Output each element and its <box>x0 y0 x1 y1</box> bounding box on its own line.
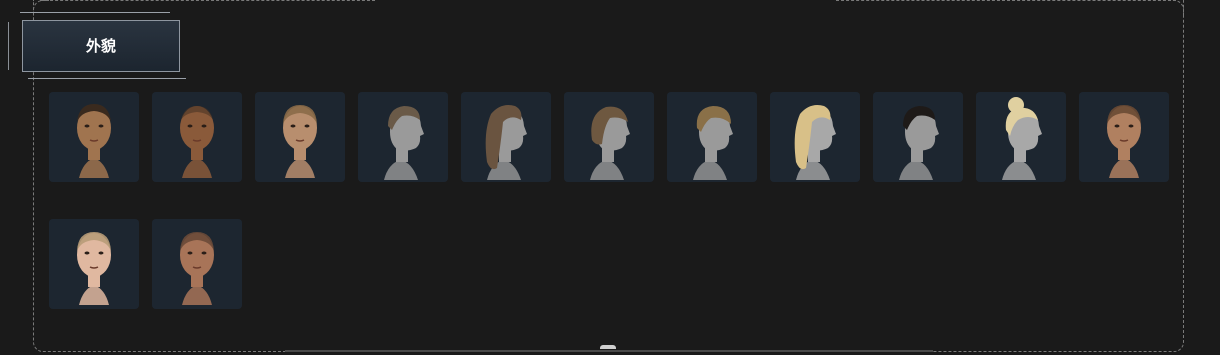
hair-bun-blonde-thumbnail[interactable] <box>976 92 1066 182</box>
tab-title: 外貌 <box>85 37 116 55</box>
hair-bob-thumbnail[interactable] <box>564 92 654 182</box>
hair-wavy-blonde-thumbnail[interactable] <box>770 92 860 182</box>
tab-decoration-left <box>8 22 15 70</box>
scrollbar-track[interactable] <box>285 350 933 352</box>
hair-undercut-thumbnail[interactable] <box>873 92 963 182</box>
tab-decoration-top <box>20 12 170 13</box>
hair-short-messy-thumbnail[interactable] <box>358 92 448 182</box>
head-preset-female-3-thumbnail[interactable] <box>49 219 139 309</box>
appearance-tab[interactable]: 外貌 <box>8 12 186 80</box>
head-preset-female-1-thumbnail[interactable] <box>255 92 345 182</box>
scrollbar-thumb[interactable] <box>600 345 616 349</box>
panel-top-border-right <box>836 0 1176 2</box>
tab-decoration-bottom <box>28 78 186 79</box>
panel-top-border-left <box>40 0 375 2</box>
head-preset-female-4-thumbnail[interactable] <box>152 219 242 309</box>
head-preset-male-2-thumbnail[interactable] <box>152 92 242 182</box>
head-preset-male-1-thumbnail[interactable] <box>49 92 139 182</box>
head-preset-female-2-thumbnail[interactable] <box>1079 92 1169 182</box>
hair-bowl-cut-thumbnail[interactable] <box>667 92 757 182</box>
hair-long-wavy-thumbnail[interactable] <box>461 92 551 182</box>
